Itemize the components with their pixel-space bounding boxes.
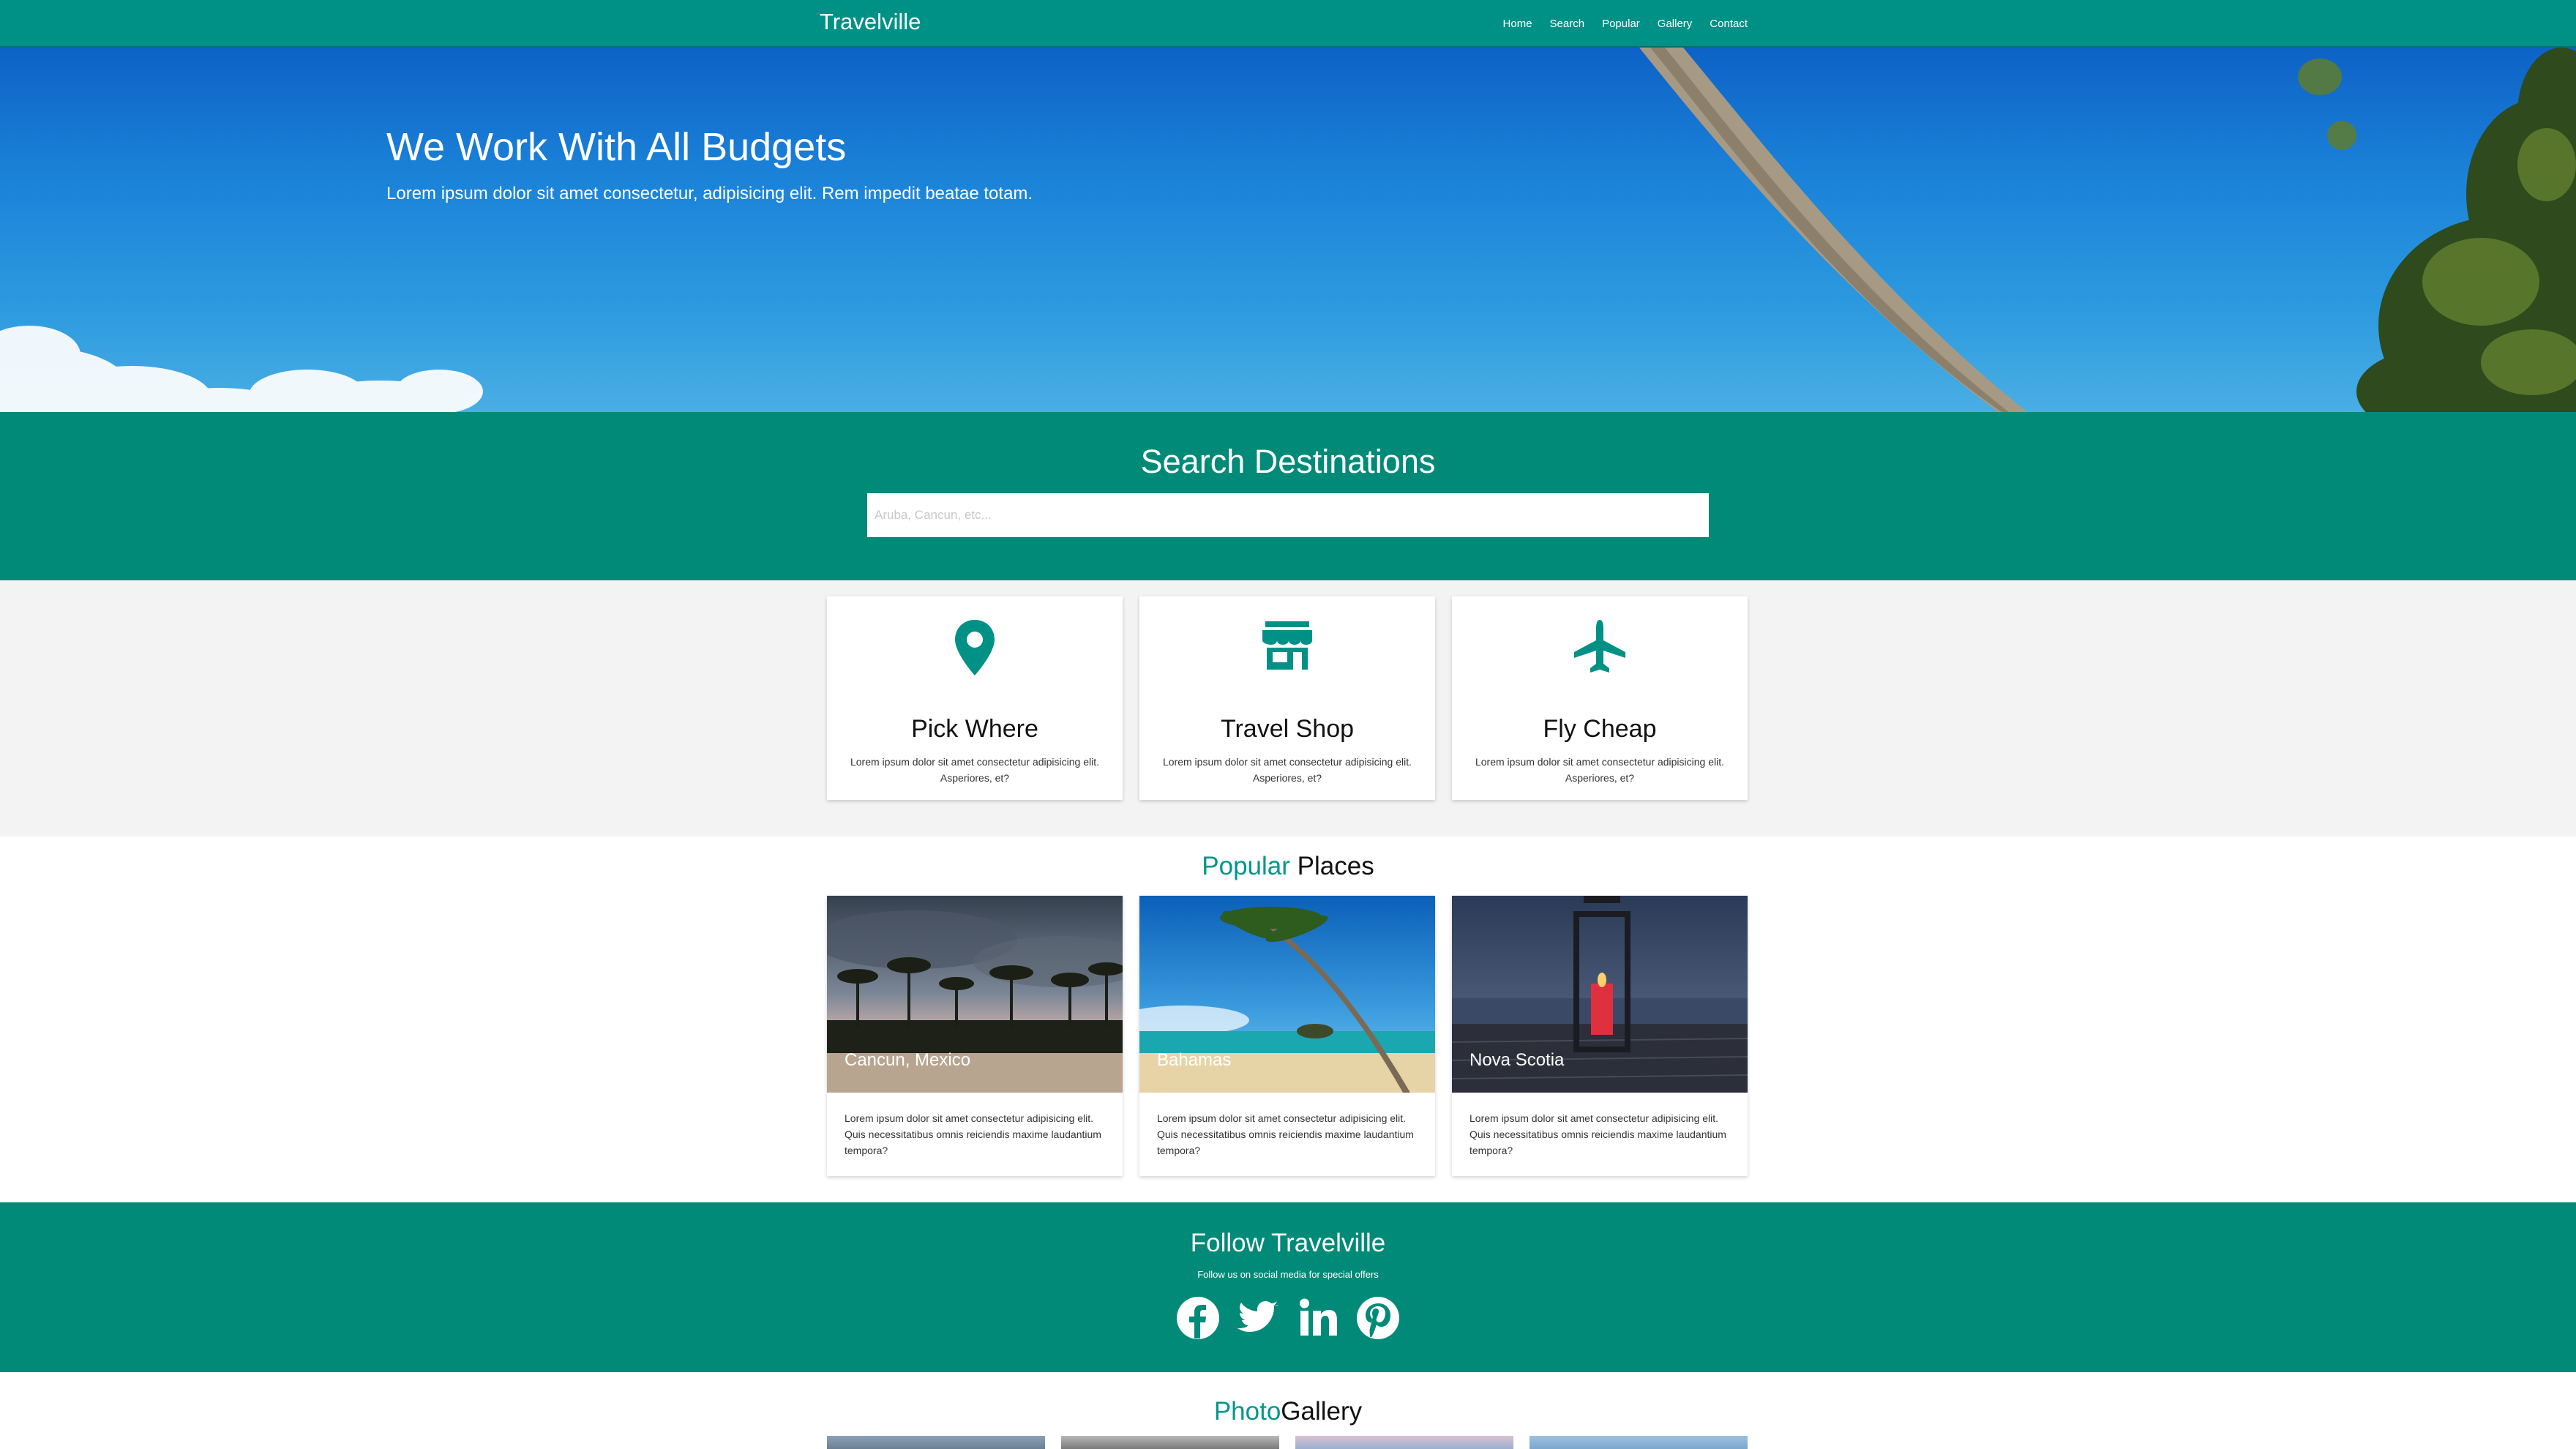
features-section: Pick Where Lorem ipsum dolor sit amet co… [0,580,2576,836]
gallery-thumb[interactable] [827,1436,1045,1449]
place-name: Bahamas [1157,1050,1232,1070]
follow-section: Follow Travelville Follow us on social m… [0,1202,2576,1372]
store-icon [1139,618,1435,677]
feature-text: Lorem ipsum dolor sit amet consectetur a… [1162,756,1412,784]
map-pin-icon [827,618,1123,677]
feature-card-fly-cheap: Fly Cheap Lorem ipsum dolor sit amet con… [1452,596,1748,800]
gallery-title-accent: Photo [1213,1397,1281,1426]
twitter-icon[interactable] [1236,1296,1280,1340]
feature-title: Travel Shop [1220,715,1355,743]
navbar: Travelville Home Search Popular Gallery … [0,0,2576,48]
follow-title: Follow Travelville [1190,1229,1386,1257]
airplane-icon [1452,618,1748,677]
place-card-bahamas[interactable]: Bahamas Lorem ipsum dolor sit amet conse… [1139,896,1435,1176]
search-title: Search Destinations [1140,443,1436,480]
pinterest-icon[interactable] [1356,1296,1400,1340]
popular-title-rest: Places [1289,852,1374,880]
gallery-section: PhotoGallery [0,1372,2576,1449]
follow-subtitle: Follow us on social media for special of… [1197,1269,1379,1280]
nav-menu: Home Search Popular Gallery Contact [1464,0,1756,48]
destination-search-input[interactable] [867,493,1709,537]
feature-title: Pick Where [911,715,1038,743]
place-card-cancun[interactable]: Cancun, Mexico Lorem ipsum dolor sit ame… [827,896,1123,1176]
place-text: Lorem ipsum dolor sit amet consectetur a… [1157,1112,1414,1156]
popular-title-accent: Popular [1202,852,1290,880]
nav-link-home[interactable]: Home [1494,18,1541,30]
facebook-icon[interactable] [1176,1296,1220,1340]
place-name: Cancun, Mexico [845,1050,971,1070]
gallery-thumb[interactable] [1530,1436,1748,1449]
popular-title: Popular Places [0,852,2576,881]
linkedin-icon[interactable] [1296,1296,1340,1340]
feature-text: Lorem ipsum dolor sit amet consectetur a… [1475,756,1725,784]
nav-link-gallery[interactable]: Gallery [1649,18,1701,30]
feature-text: Lorem ipsum dolor sit amet consectetur a… [850,756,1100,784]
hero-subtitle: Lorem ipsum dolor sit amet consectetur, … [386,184,1033,203]
gallery-thumb[interactable] [1295,1436,1513,1449]
nav-link-popular[interactable]: Popular [1593,18,1649,30]
place-text: Lorem ipsum dolor sit amet consectetur a… [845,1112,1101,1156]
hero-title: We Work With All Budgets [386,125,847,169]
nav-link-search[interactable]: Search [1541,18,1594,30]
brand-logo[interactable]: Travelville [820,9,921,35]
feature-card-travel-shop: Travel Shop Lorem ipsum dolor sit amet c… [1139,596,1435,800]
gallery-thumb[interactable] [1061,1436,1279,1449]
place-name: Nova Scotia [1469,1050,1565,1070]
nav-link-contact[interactable]: Contact [1701,18,1756,30]
hero-background-image [0,48,2576,412]
popular-section: Popular Places Cancun, Mexico Lorem ipsu… [0,836,2576,1202]
gallery-title-rest: Gallery [1281,1397,1363,1426]
social-links [1171,1296,1405,1343]
hero-banner: We Work With All Budgets Lorem ipsum dol… [0,48,2576,412]
gallery-title: PhotoGallery [0,1397,2576,1426]
search-section: Search Destinations [0,412,2576,580]
place-card-nova-scotia[interactable]: Nova Scotia Lorem ipsum dolor sit amet c… [1452,896,1748,1176]
feature-title: Fly Cheap [1543,715,1657,743]
place-text: Lorem ipsum dolor sit amet consectetur a… [1469,1112,1726,1156]
feature-card-pick-where: Pick Where Lorem ipsum dolor sit amet co… [827,596,1123,800]
